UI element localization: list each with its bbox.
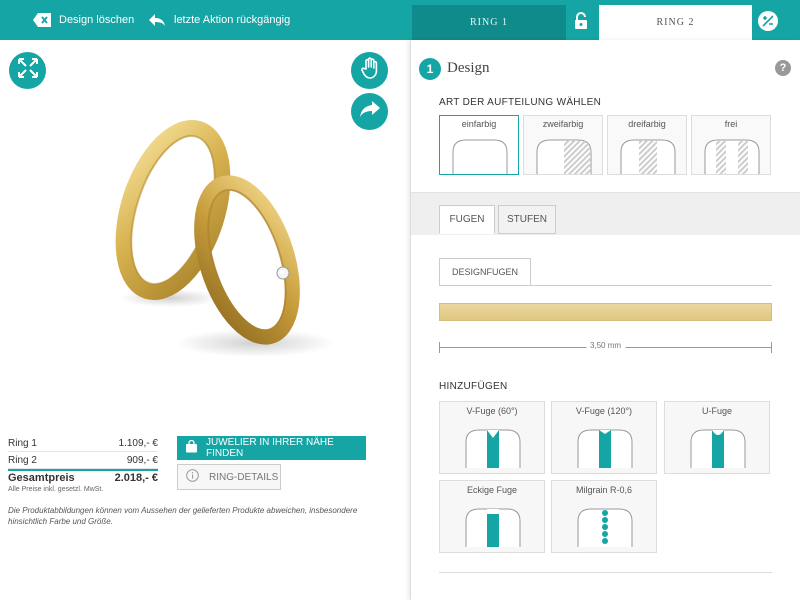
price-row-ring-1: Ring 1 1.109,- € bbox=[8, 435, 158, 452]
add-section-label: HINZUFÜGEN bbox=[439, 381, 508, 392]
share-icon bbox=[359, 100, 381, 123]
undo-label: letzte Aktion rückgängig bbox=[174, 14, 291, 26]
split-section-label: ART DER AUFTEILUNG WÄHLEN bbox=[439, 97, 602, 108]
eckige-fuge-icon bbox=[465, 508, 521, 547]
ring-profile-icon bbox=[704, 139, 760, 174]
tab-ring-1[interactable]: RING 1 bbox=[412, 5, 566, 40]
price-summary: Ring 1 1.109,- € Ring 2 909,- € Gesamtpr… bbox=[8, 435, 158, 493]
price-label: Ring 2 bbox=[8, 454, 37, 466]
fuge-option-u[interactable]: U-Fuge bbox=[664, 401, 770, 474]
ring-profile-icon bbox=[536, 139, 592, 174]
split-option-label: zweifarbig bbox=[542, 119, 584, 129]
panel-bottom-divider bbox=[439, 572, 772, 573]
expand-button[interactable] bbox=[9, 52, 46, 89]
split-option-label: dreifarbig bbox=[628, 119, 666, 129]
step-number: 1 bbox=[419, 58, 441, 80]
width-measure: 3,50 mm bbox=[439, 340, 772, 354]
milgrain-icon bbox=[577, 508, 633, 547]
info-icon bbox=[186, 469, 199, 485]
expand-icon bbox=[17, 57, 39, 84]
panel-title: Design bbox=[447, 60, 490, 76]
split-option-label: frei bbox=[724, 119, 738, 129]
find-jeweler-label: JUWELIER IN IHRER NÄHE FINDEN bbox=[206, 437, 334, 459]
width-value: 3,50 mm bbox=[585, 341, 626, 350]
delete-icon bbox=[33, 12, 51, 28]
shopping-bag-icon bbox=[185, 439, 198, 456]
tab-ring-2[interactable]: RING 2 bbox=[599, 5, 752, 40]
subtab-designfugen[interactable]: DESIGNFUGEN bbox=[439, 258, 531, 286]
fuge-option-v-120[interactable]: V-Fuge (120°) bbox=[551, 401, 657, 474]
ring-cross-section-preview[interactable] bbox=[439, 303, 772, 321]
fuge-option-v-60[interactable]: V-Fuge (60°) bbox=[439, 401, 545, 474]
ring-profile-icon bbox=[620, 139, 676, 174]
split-option-label: einfarbig bbox=[461, 119, 497, 129]
fuge-option-label: V-Fuge (120°) bbox=[575, 406, 633, 416]
price-note: Alle Preise inkl. gesetzl. MwSt. bbox=[8, 486, 104, 493]
fuge-option-label: V-Fuge (60°) bbox=[466, 406, 518, 416]
fuge-option-label: Milgrain R-0,6 bbox=[575, 485, 633, 495]
price-label: Ring 1 bbox=[8, 437, 37, 449]
fuge-option-label: Eckige Fuge bbox=[466, 485, 518, 495]
ring-details-label: RING-DETAILS bbox=[209, 471, 279, 483]
share-button[interactable] bbox=[351, 93, 388, 130]
fuge-option-eckig[interactable]: Eckige Fuge bbox=[439, 480, 545, 553]
swap-rings-icon[interactable] bbox=[757, 10, 779, 32]
split-option-zweifarbig[interactable]: zweifarbig bbox=[523, 115, 603, 175]
ring-profile-icon bbox=[452, 139, 508, 174]
find-jeweler-button[interactable]: JUWELIER IN IHRER NÄHE FINDEN bbox=[177, 436, 366, 460]
total-label: Gesamtpreis bbox=[8, 472, 75, 484]
u-fuge-icon bbox=[690, 429, 746, 468]
ring-details-button[interactable]: RING-DETAILS bbox=[177, 464, 281, 490]
price-row-total: Gesamtpreis 2.018,- € bbox=[8, 469, 158, 485]
price-value: 1.109,- € bbox=[118, 437, 158, 449]
v-fuge-120-icon bbox=[577, 429, 633, 468]
tab-stufen[interactable]: STUFEN bbox=[498, 205, 556, 234]
undo-button[interactable]: letzte Aktion rückgängig bbox=[148, 12, 290, 28]
undo-icon bbox=[148, 12, 166, 28]
fuge-option-milgrain[interactable]: Milgrain R-0,6 bbox=[551, 480, 657, 553]
delete-design-label: Design löschen bbox=[59, 14, 135, 26]
disclaimer-text: Die Produktabbildungen können vom Ausseh… bbox=[8, 506, 358, 526]
design-panel: 1 Design ? ART DER AUFTEILUNG WÄHLEN ein… bbox=[410, 40, 800, 600]
total-value: 2.018,- € bbox=[114, 472, 158, 484]
tab-fugen[interactable]: FUGEN bbox=[439, 205, 495, 234]
split-option-dreifarbig[interactable]: dreifarbig bbox=[607, 115, 687, 175]
fuge-option-label: U-Fuge bbox=[701, 406, 732, 416]
split-option-frei[interactable]: frei bbox=[691, 115, 771, 175]
rings-image[interactable] bbox=[95, 115, 335, 365]
subtab-divider bbox=[439, 285, 772, 286]
measure-tick bbox=[771, 342, 772, 353]
top-bar: Design löschen letzte Aktion rückgängig … bbox=[0, 0, 800, 40]
split-option-einfarbig[interactable]: einfarbig bbox=[439, 115, 519, 175]
price-row-ring-2: Ring 2 909,- € bbox=[8, 452, 158, 469]
hand-icon bbox=[360, 57, 380, 84]
v-fuge-60-icon bbox=[465, 429, 521, 468]
delete-design-button[interactable]: Design löschen bbox=[33, 12, 134, 28]
price-value: 909,- € bbox=[126, 454, 158, 466]
help-icon[interactable]: ? bbox=[775, 60, 791, 76]
measure-tick bbox=[439, 342, 440, 353]
rotate-hand-button[interactable] bbox=[351, 52, 388, 89]
lock-icon[interactable] bbox=[572, 12, 590, 30]
